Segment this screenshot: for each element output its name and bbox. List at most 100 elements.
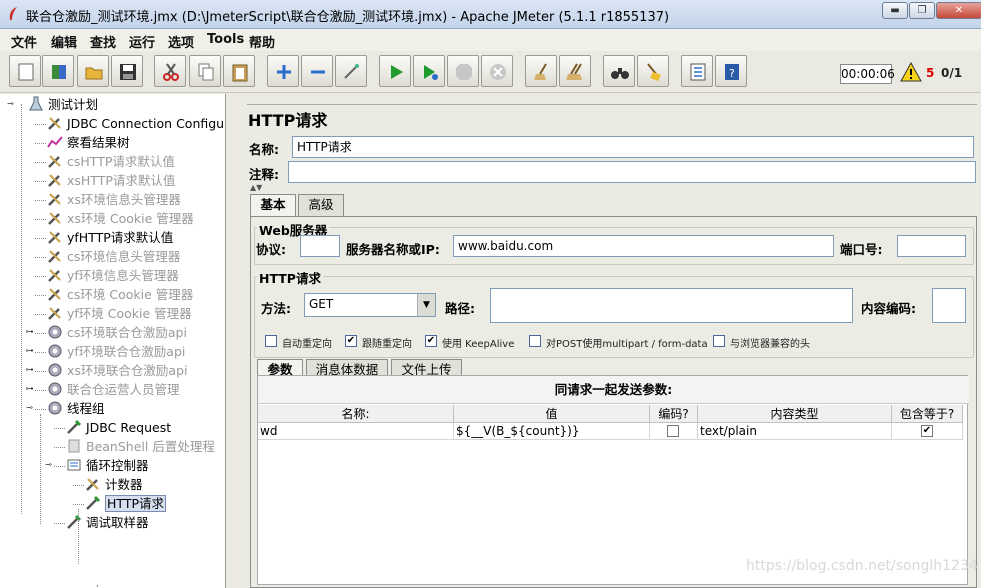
menu-file[interactable]: 文件: [11, 32, 37, 51]
wrench-icon: [48, 250, 61, 263]
error-count: 5: [926, 66, 935, 80]
menu-edit[interactable]: 编辑: [51, 32, 77, 51]
pane-splitter[interactable]: [227, 94, 235, 588]
path-field[interactable]: [490, 288, 853, 323]
active-threads: 0/1: [941, 66, 963, 80]
tree-node[interactable]: JDBC Connection Configura: [47, 114, 225, 133]
warning-icon[interactable]: [900, 62, 922, 82]
tree-node[interactable]: xsHTTP请求默认值: [47, 171, 175, 190]
comment-field[interactable]: [288, 161, 976, 183]
tree-node[interactable]: cs环境 Cookie 管理器: [47, 285, 193, 304]
tree-node[interactable]: cs环境联合仓激励api: [47, 323, 187, 342]
tab-advanced[interactable]: 高级: [298, 194, 344, 216]
cell-param-value[interactable]: ${__V(B_${count})}: [454, 423, 650, 440]
tree-node[interactable]: 测试计划: [28, 95, 98, 114]
expand-all-button[interactable]: [267, 55, 299, 87]
tree-toggle-icon[interactable]: ⊸: [44, 461, 53, 470]
tree-node[interactable]: xs环境信息头管理器: [47, 190, 181, 209]
tree-toggle-icon[interactable]: ⊶: [25, 366, 34, 375]
tree-connector: [35, 162, 46, 163]
stop-button[interactable]: [447, 55, 479, 87]
new-button[interactable]: [9, 55, 41, 87]
cut-button[interactable]: [154, 55, 186, 87]
start-no-pauses-button[interactable]: [413, 55, 445, 87]
tree-node-label: xs环境 Cookie 管理器: [67, 211, 194, 226]
tree-node[interactable]: csHTTP请求默认值: [47, 152, 175, 171]
paste-button[interactable]: [223, 55, 255, 87]
port-field[interactable]: [897, 235, 966, 257]
tree-node[interactable]: yf环境联合仓激励api: [47, 342, 185, 361]
shutdown-button[interactable]: [481, 55, 513, 87]
tree-toggle-icon[interactable]: ⊸: [25, 404, 34, 413]
tree-toggle-icon[interactable]: ⊶: [25, 328, 34, 337]
menu-tools[interactable]: Tools: [207, 32, 244, 47]
templates-button[interactable]: [42, 55, 74, 87]
copy-button[interactable]: [189, 55, 221, 87]
collapse-all-button[interactable]: [301, 55, 333, 87]
tree-node[interactable]: 察看结果树: [47, 133, 130, 152]
start-button[interactable]: [379, 55, 411, 87]
option-checkbox[interactable]: ✔: [345, 335, 357, 347]
tree-toggle-icon[interactable]: ⊶: [25, 347, 34, 356]
server-field[interactable]: www.baidu.com: [453, 235, 834, 257]
collapse-arrow-icon[interactable]: ▲▼: [250, 183, 262, 192]
tree-node[interactable]: yf环境 Cookie 管理器: [47, 304, 192, 323]
tree-connector: [35, 371, 46, 372]
column-header-name[interactable]: 名称:: [258, 405, 454, 423]
menu-help[interactable]: 帮助: [249, 32, 275, 51]
include-equals-checkbox[interactable]: ✔: [921, 425, 933, 437]
menu-run[interactable]: 运行: [129, 32, 155, 51]
save-button[interactable]: [111, 55, 143, 87]
tree-node[interactable]: cs环境信息头管理器: [47, 247, 180, 266]
tree-node[interactable]: yfHTTP请求默认值: [47, 228, 173, 247]
tab-basic[interactable]: 基本: [250, 194, 296, 216]
menu-options[interactable]: 选项: [168, 32, 194, 51]
tree-node-label: cs环境 Cookie 管理器: [67, 287, 194, 302]
method-select[interactable]: GET ▼: [304, 293, 436, 317]
cell-encode[interactable]: [650, 423, 698, 440]
toggle-button[interactable]: [335, 55, 367, 87]
option-checkbox[interactable]: ✔: [425, 335, 437, 347]
tree-node-label: cs环境联合仓激励api: [67, 325, 187, 340]
tree-node[interactable]: BeanShell 后置处理程: [66, 437, 215, 456]
tree-node[interactable]: HTTP请求: [85, 494, 166, 513]
option-checkbox[interactable]: [529, 335, 541, 347]
encode-checkbox[interactable]: [667, 425, 679, 437]
cell-include-equals[interactable]: ✔: [892, 423, 963, 440]
protocol-field[interactable]: [300, 235, 340, 257]
option-checkbox[interactable]: [713, 335, 725, 347]
tree-toggle-icon[interactable]: ⊸: [6, 100, 15, 109]
name-field[interactable]: HTTP请求: [292, 136, 974, 158]
help-button[interactable]: ?: [715, 55, 747, 87]
column-header-content-type[interactable]: 内容类型: [698, 405, 892, 423]
column-header-value[interactable]: 值: [454, 405, 650, 423]
minimize-button[interactable]: ▬: [882, 2, 908, 19]
open-button[interactable]: [77, 55, 109, 87]
tree-toggle-icon[interactable]: ⊶: [25, 385, 34, 394]
tree-node[interactable]: 计数器: [85, 475, 143, 494]
tree-node[interactable]: 循环控制器: [66, 456, 149, 475]
cell-param-name[interactable]: wd: [258, 423, 454, 440]
close-button[interactable]: ✕: [936, 2, 981, 19]
plus-icon: [277, 65, 291, 79]
column-header-encode[interactable]: 编码?: [650, 405, 698, 423]
tree-node[interactable]: JDBC Request: [66, 418, 171, 437]
tree-node[interactable]: 联合仓运营人员管理: [47, 380, 180, 399]
tree-node[interactable]: xs环境 Cookie 管理器: [47, 209, 194, 228]
option-checkbox[interactable]: [265, 335, 277, 347]
menu-bar: 文件 编辑 查找 运行 选项 Tools 帮助: [0, 29, 981, 51]
encoding-field[interactable]: [932, 288, 966, 323]
cell-content-type[interactable]: text/plain: [698, 423, 892, 440]
maximize-button[interactable]: ❐: [909, 2, 935, 19]
function-helper-button[interactable]: [681, 55, 713, 87]
clear-button[interactable]: [525, 55, 557, 87]
tree-node[interactable]: 线程组: [47, 399, 105, 418]
search-button[interactable]: [603, 55, 635, 87]
column-header-include-equals[interactable]: 包含等于?: [892, 405, 963, 423]
clear-all-button[interactable]: [559, 55, 591, 87]
tree-node[interactable]: xs环境联合仓激励api: [47, 361, 187, 380]
menu-search[interactable]: 查找: [90, 32, 116, 51]
reset-search-button[interactable]: [637, 55, 669, 87]
chevron-down-icon[interactable]: ▼: [417, 294, 435, 316]
tree-node[interactable]: yf环境信息头管理器: [47, 266, 179, 285]
